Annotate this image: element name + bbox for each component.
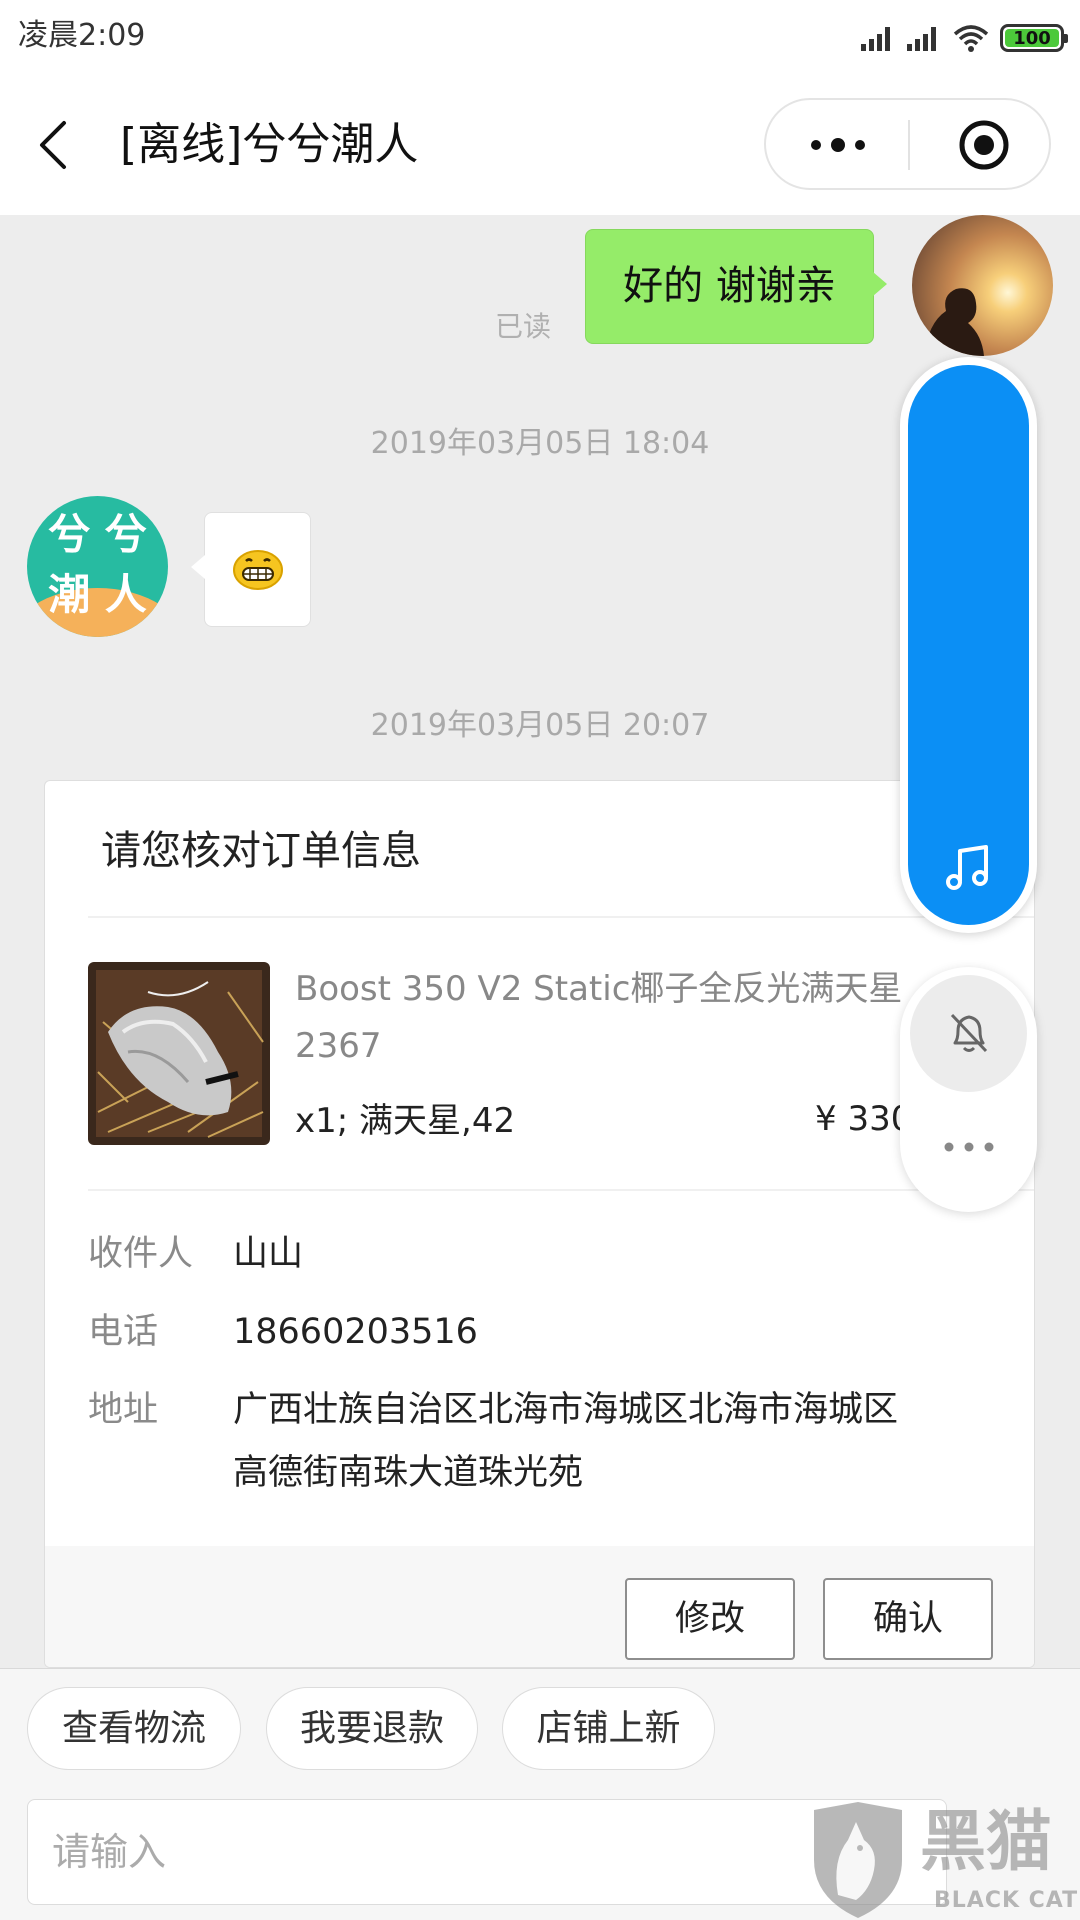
incoming-emoji-bubble[interactable] bbox=[191, 512, 311, 627]
music-note-icon bbox=[946, 845, 988, 890]
outgoing-message-text: 好的 谢谢亲 bbox=[623, 263, 836, 309]
quick-action-refund[interactable]: 我要退款 bbox=[266, 1687, 478, 1770]
confirm-button[interactable]: 确认 bbox=[823, 1578, 993, 1660]
address-label: 地址 bbox=[88, 1390, 159, 1430]
signal-icon bbox=[907, 27, 936, 51]
divider bbox=[88, 1189, 1034, 1191]
shop-avatar-text: 兮 兮 bbox=[48, 510, 147, 559]
shop-avatar[interactable]: 兮 兮 潮 人 bbox=[27, 496, 168, 637]
product-image[interactable] bbox=[88, 962, 270, 1145]
user-avatar[interactable] bbox=[912, 215, 1053, 356]
floating-panel bbox=[900, 967, 1037, 1212]
capsule-divider bbox=[908, 120, 910, 170]
shop-avatar-text: 潮 人 bbox=[48, 570, 147, 619]
recipient-value: 山山 bbox=[233, 1234, 304, 1274]
battery-level: 100 bbox=[1013, 28, 1051, 49]
grinning-emoji-icon bbox=[233, 550, 283, 590]
page-title: [离线]兮兮潮人 bbox=[120, 119, 419, 170]
address-value: 广西壮族自治区北海市海城区北海市海城区 bbox=[233, 1390, 899, 1430]
phone-value: 18660203516 bbox=[233, 1312, 478, 1352]
target-circle-icon[interactable] bbox=[956, 117, 1012, 173]
mini-program-capsule bbox=[764, 98, 1051, 190]
more-dots-icon[interactable] bbox=[806, 130, 870, 160]
product-name[interactable]: Boost 350 V2 Static椰子全反光满天星 bbox=[295, 967, 902, 1011]
product-price: ¥ 330 bbox=[815, 1099, 913, 1139]
bell-off-icon bbox=[950, 1013, 988, 1053]
battery-icon: 100 bbox=[1000, 24, 1068, 52]
outgoing-message-bubble[interactable]: 好的 谢谢亲 bbox=[585, 229, 887, 344]
back-arrow-icon[interactable] bbox=[34, 119, 76, 171]
product-name[interactable]: 2367 bbox=[295, 1024, 382, 1068]
mute-button[interactable] bbox=[910, 975, 1027, 1092]
cat-shield-icon bbox=[814, 1802, 902, 1918]
recipient-label: 收件人 bbox=[88, 1234, 194, 1274]
watermark-en: BLACK CAT bbox=[934, 1888, 1079, 1913]
music-widget[interactable] bbox=[900, 357, 1037, 933]
divider bbox=[88, 916, 1034, 918]
quick-action-logistics[interactable]: 查看物流 bbox=[27, 1687, 241, 1770]
more-dots-icon[interactable] bbox=[940, 1137, 998, 1157]
signal-icon bbox=[861, 27, 890, 51]
status-bar: 凌晨2:09 100 bbox=[0, 0, 1080, 73]
wifi-icon bbox=[953, 25, 989, 52]
watermark-cn: 黑猫 bbox=[920, 1803, 1052, 1880]
status-time: 凌晨2:09 bbox=[18, 18, 146, 53]
status-icons: 100 bbox=[860, 18, 1068, 58]
watermark-logo: 黑猫 BLACK CAT bbox=[808, 1800, 1078, 1920]
music-widget-body[interactable] bbox=[908, 365, 1029, 925]
phone-label: 电话 bbox=[88, 1312, 159, 1352]
address-value: 高德街南珠大道珠光苑 bbox=[233, 1453, 584, 1493]
quick-action-new-arrivals[interactable]: 店铺上新 bbox=[502, 1687, 715, 1770]
nav-header: [离线]兮兮潮人 bbox=[0, 73, 1080, 215]
read-status: 已读 bbox=[495, 310, 552, 343]
product-spec: x1; 满天星,42 bbox=[295, 1101, 516, 1141]
card-title: 请您核对订单信息 bbox=[101, 828, 421, 874]
edit-button[interactable]: 修改 bbox=[625, 1578, 795, 1660]
order-confirm-card: 请您核对订单信息 Boost 350 V2 Static椰子全反光满天星 236… bbox=[44, 780, 1035, 1668]
